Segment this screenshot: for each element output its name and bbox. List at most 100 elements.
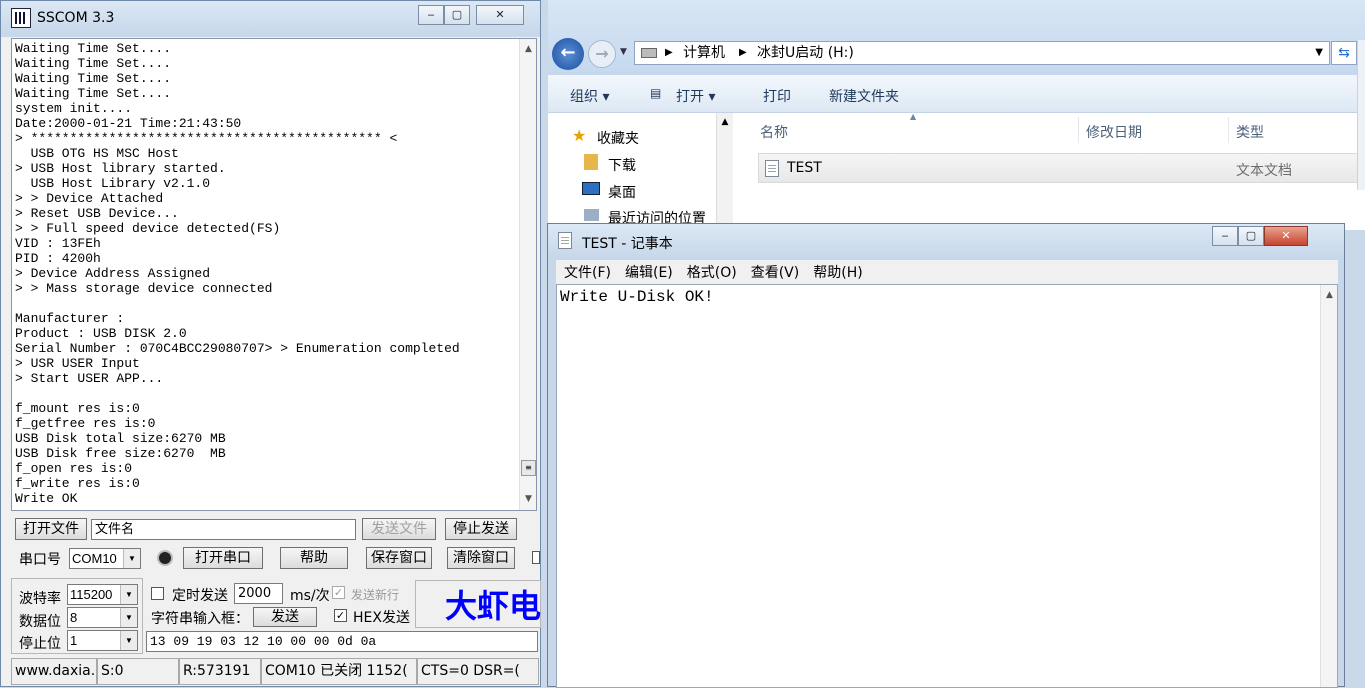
menu-view[interactable]: 查看(V) [751, 262, 800, 282]
filename-input[interactable]: 文件名 [91, 519, 356, 540]
menu-edit[interactable]: 编辑(E) [625, 262, 673, 282]
hex-send-checkbox[interactable]: ✓ [334, 609, 347, 622]
drive-icon [641, 48, 657, 58]
log-line: Write OK [15, 491, 78, 506]
sscom-statusbar: www.daxia. S:0 R:573191 COM10 已关闭 1152( … [11, 658, 539, 685]
port-status: COM10 已关闭 1152( [261, 658, 417, 685]
refresh-icon[interactable]: ⇆ [1331, 41, 1357, 65]
file-row[interactable]: TEST 文本文档 [758, 153, 1365, 183]
log-scrollbar[interactable]: ▲ ≡ ▼ [519, 39, 536, 510]
stopbits-value: 1 [70, 633, 78, 648]
open-port-button[interactable]: 打开串口 [183, 547, 263, 569]
menu-help[interactable]: 帮助(H) [813, 262, 862, 282]
menu-file[interactable]: 文件(F) [564, 262, 611, 282]
log-line: > > Device Attached [15, 191, 164, 206]
notepad-titlebar[interactable]: TEST - 记事本 ‒ ▢ ✕ [548, 224, 1344, 259]
scroll-up-arrow-icon[interactable]: ▲ [520, 41, 537, 58]
sscom-window: SSCOM 3.3 ‒ ▢ ✕ Waiting Time Set.... Wait… [0, 0, 541, 687]
brand-text: 大虾电 [445, 587, 541, 625]
nav-scrollbar[interactable]: ▲ [716, 113, 733, 230]
baud-select[interactable]: 115200 ▼ [67, 584, 138, 605]
minimize-button[interactable]: ‒ [1212, 226, 1238, 246]
log-line: f_write res is:0 [15, 476, 140, 491]
send-newline-checkbox[interactable]: ✓ [332, 586, 345, 599]
navigation-pane: ★ 收藏夹 下载 桌面 最近访问的位置 ▲ [548, 113, 734, 230]
notepad-window: TEST - 记事本 ‒ ▢ ✕ 文件(F) 编辑(E) 格式(O) 查看(V)… [547, 223, 1345, 688]
log-line: > USR USER Input [15, 356, 140, 371]
log-line: > > Mass storage device connected [15, 281, 273, 296]
editor-scrollbar[interactable]: ▲ [1320, 285, 1337, 687]
nav-downloads[interactable]: 下载 [608, 155, 636, 175]
forward-arrow-icon[interactable]: → [588, 40, 616, 68]
send-newline-label: 发送新行 [351, 588, 400, 602]
menu-format[interactable]: 格式(O) [687, 262, 737, 282]
stopbits-select[interactable]: 1 ▼ [67, 630, 138, 651]
file-name: TEST [787, 160, 822, 176]
log-line: USB Host Library v2.1.0 [15, 176, 211, 191]
chevron-down-icon: ▼ [120, 585, 137, 604]
hex-data-input[interactable]: 13 09 19 03 12 10 00 00 0d 0a [146, 631, 538, 652]
log-line: system init.... [15, 101, 133, 116]
baud-value: 115200 [70, 587, 113, 602]
stop-send-button[interactable]: 停止发送 [445, 518, 517, 540]
address-dropdown-icon[interactable]: ▼ [1315, 42, 1323, 64]
address-bar[interactable]: ▶ 计算机 ▶ 冰封U启动 (H:) ▼ [634, 41, 1330, 65]
close-button[interactable]: ✕ [476, 5, 524, 25]
databits-select[interactable]: 8 ▼ [67, 607, 138, 628]
nav-favorites[interactable]: 收藏夹 [597, 128, 639, 148]
website-cell: www.daxia. [11, 658, 97, 685]
column-type[interactable]: 类型 [1236, 122, 1264, 142]
sscom-app-icon [11, 8, 31, 28]
received-count: R:573191 [179, 658, 261, 685]
text-file-icon [765, 160, 779, 177]
scroll-up-arrow-icon[interactable]: ▲ [1321, 287, 1338, 304]
notepad-editor[interactable]: Write U-Disk OK! ▲ [556, 284, 1338, 688]
nav-desktop[interactable]: 桌面 [608, 182, 636, 202]
partial-checkbox[interactable] [532, 551, 540, 564]
receive-log[interactable]: Waiting Time Set.... Waiting Time Set....… [11, 38, 537, 511]
print-button[interactable]: 打印 [763, 86, 791, 106]
close-button[interactable]: ✕ [1264, 226, 1308, 246]
scroll-down-arrow-icon[interactable]: ▼ [520, 491, 537, 508]
sscom-titlebar[interactable]: SSCOM 3.3 ‒ ▢ ✕ [1, 1, 540, 37]
maximize-button[interactable]: ▢ [444, 5, 470, 25]
column-name[interactable]: 名称 [760, 122, 788, 142]
new-folder-button[interactable]: 新建文件夹 [829, 86, 899, 106]
string-input-label: 字符串输入框： [151, 611, 249, 627]
interval-input[interactable]: 2000 [234, 583, 283, 604]
log-text: Waiting Time Set.... Waiting Time Set....… [15, 41, 515, 506]
port-value: COM10 [72, 551, 117, 566]
maximize-button[interactable]: ▢ [1238, 226, 1264, 246]
organize-menu[interactable]: 组织 ▾ [570, 86, 609, 106]
log-line: Waiting Time Set.... [15, 86, 172, 101]
timed-send-checkbox[interactable] [151, 587, 164, 600]
breadcrumb-computer[interactable]: 计算机 [683, 42, 725, 64]
log-line: USB Disk total size:6270 MB [15, 431, 226, 446]
clear-window-button[interactable]: 清除窗口 [447, 547, 515, 569]
log-line: > Reset USB Device... [15, 206, 179, 221]
column-modified[interactable]: 修改日期 [1086, 122, 1142, 142]
save-window-button[interactable]: 保存窗口 [366, 547, 432, 569]
breadcrumb-drive[interactable]: 冰封U启动 (H:) [757, 42, 854, 64]
port-select[interactable]: COM10 ▼ [69, 548, 141, 569]
open-file-button[interactable]: 打开文件 [15, 518, 87, 540]
sent-count: S:0 [97, 658, 179, 685]
notepad-menubar: 文件(F) 编辑(E) 格式(O) 查看(V) 帮助(H) [556, 260, 1338, 284]
help-button[interactable]: 帮助 [280, 547, 348, 569]
log-line: Serial Number : 070C4BCC29080707> > Enum… [15, 341, 460, 356]
scroll-up-arrow-icon[interactable]: ▲ [717, 117, 733, 127]
send-button[interactable]: 发送 [253, 607, 317, 627]
log-line: Manufacturer : [15, 311, 125, 326]
notepad-content: Write U-Disk OK! [560, 288, 714, 306]
log-line: Waiting Time Set.... [15, 56, 172, 71]
minimize-button[interactable]: ‒ [418, 5, 444, 25]
column-divider [1228, 117, 1229, 143]
open-menu[interactable]: 打开 ▾ [676, 86, 715, 106]
timed-send-label: 定时发送 [172, 588, 228, 604]
send-file-button[interactable]: 发送文件 [362, 518, 436, 540]
scroll-thumb[interactable]: ≡ [521, 460, 536, 476]
back-arrow-icon[interactable]: ← [552, 38, 584, 70]
history-chevron-icon[interactable]: ▼ [620, 47, 627, 57]
